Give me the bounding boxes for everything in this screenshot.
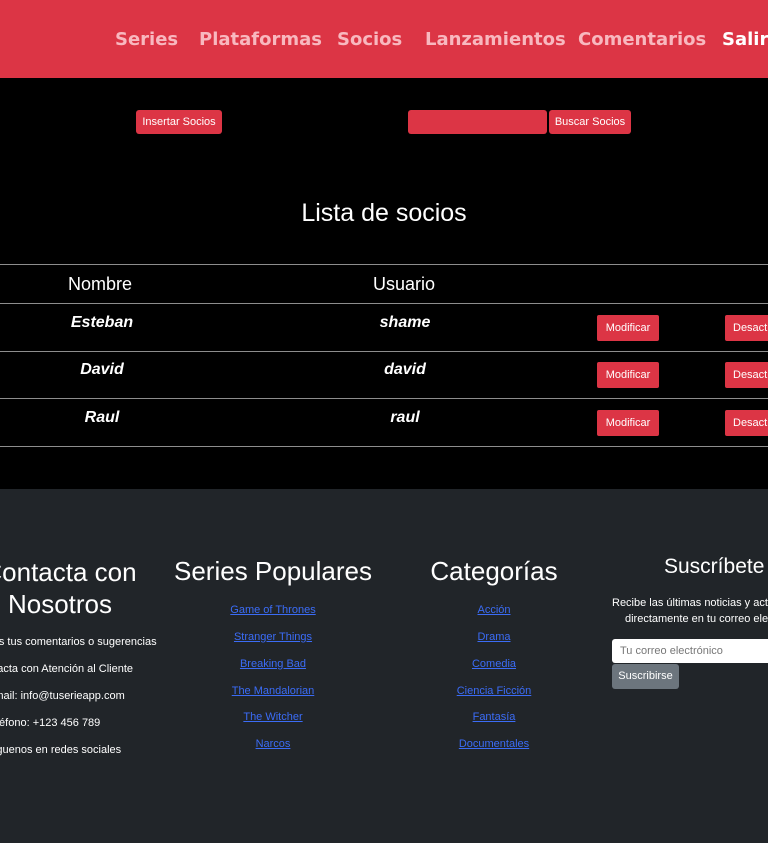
contact-heading-line2: Nosotros <box>7 589 113 619</box>
subscribe-heading: Suscríbete <box>664 555 765 578</box>
contact-line: Contacta con Atención al Cliente <box>0 663 133 675</box>
cell-usuario: shame <box>379 314 431 331</box>
insert-socio-button[interactable]: Insertar Socios <box>136 110 222 134</box>
modify-button[interactable]: Modificar <box>597 362 659 388</box>
subscribe-email-input[interactable]: Tu correo electrónico <box>612 639 768 663</box>
footer: Contacta con Nosotros Déjanos tus coment… <box>0 489 768 843</box>
deactivate-button[interactable]: Desactivar <box>725 410 768 436</box>
nav-series[interactable]: Series <box>115 28 178 52</box>
deactivate-button[interactable]: Desactivar <box>725 362 768 388</box>
category-link[interactable]: Fantasía <box>414 711 574 723</box>
table-top-border <box>0 264 768 265</box>
contact-email: Email: info@tuserieapp.com <box>0 690 125 702</box>
search-input[interactable] <box>408 110 547 134</box>
contact-phone: Teléfono: +123 456 789 <box>0 717 101 729</box>
contact-line: Déjanos tus comentarios o sugerencias <box>0 636 157 648</box>
cell-nombre: Raul <box>84 409 120 426</box>
category-link[interactable]: Comedia <box>414 658 574 670</box>
subscribe-button[interactable]: Suscribirse <box>612 664 679 689</box>
row-divider <box>0 351 768 352</box>
nav-plataformas[interactable]: Plataformas <box>199 28 322 52</box>
cell-nombre: David <box>80 361 124 378</box>
column-header-nombre: Nombre <box>68 274 133 294</box>
navbar: Series Plataformas Socios Lanzamientos C… <box>0 0 768 78</box>
search-button[interactable]: Buscar Socios <box>549 110 631 134</box>
table-bottom-border <box>0 446 768 447</box>
deactivate-button[interactable]: Desactivar <box>725 315 768 341</box>
contact-social: Síguenos en redes sociales <box>0 744 122 756</box>
nav-salir[interactable]: Salir <box>722 28 768 52</box>
modify-button[interactable]: Modificar <box>597 410 659 436</box>
cell-usuario: raul <box>390 409 420 426</box>
popular-link[interactable]: Game of Thrones <box>193 604 353 616</box>
column-header-usuario: Usuario <box>373 274 436 294</box>
popular-link[interactable]: Narcos <box>193 738 353 750</box>
nav-comentarios[interactable]: Comentarios <box>578 28 706 52</box>
popular-link[interactable]: The Mandalorian <box>193 685 353 697</box>
nav-lanzamientos[interactable]: Lanzamientos <box>425 28 566 52</box>
subscribe-text: directamente en tu correo electrónico <box>625 613 768 625</box>
row-divider <box>0 398 768 399</box>
popular-link[interactable]: Breaking Bad <box>193 658 353 670</box>
cell-nombre: Esteban <box>70 314 134 331</box>
subscribe-text: Recibe las últimas noticias y actualizac… <box>612 597 768 609</box>
popular-link[interactable]: Stranger Things <box>193 631 353 643</box>
category-link[interactable]: Documentales <box>414 738 574 750</box>
category-link[interactable]: Acción <box>414 604 574 616</box>
nav-socios[interactable]: Socios <box>337 28 402 52</box>
category-link[interactable]: Ciencia Ficción <box>414 685 574 697</box>
modify-button[interactable]: Modificar <box>597 315 659 341</box>
categories-heading: Categorías <box>430 556 558 586</box>
popular-heading: Series Populares <box>174 556 372 586</box>
popular-link[interactable]: The Witcher <box>193 711 353 723</box>
category-link[interactable]: Drama <box>414 631 574 643</box>
cell-usuario: david <box>384 361 426 378</box>
table-header-border <box>0 303 768 304</box>
page-title: Lista de socios <box>301 199 467 227</box>
